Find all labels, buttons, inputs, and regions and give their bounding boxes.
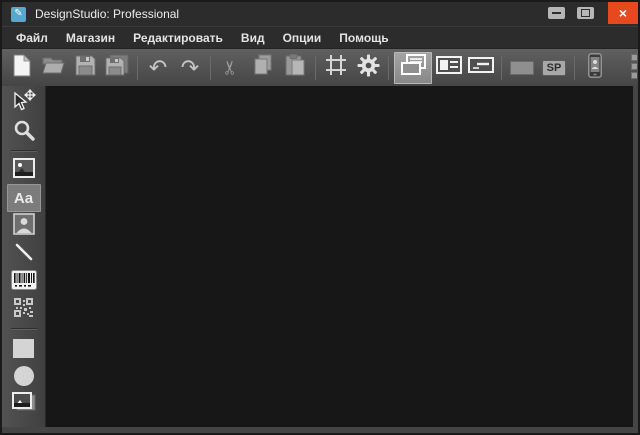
save-as-icon: [105, 54, 129, 81]
open-button[interactable]: [38, 53, 68, 83]
rectangle-tool[interactable]: [7, 334, 41, 362]
window-controls: ×: [542, 2, 638, 26]
line-icon: [13, 241, 35, 268]
toolbar: ↶ ↷ ✂: [2, 48, 638, 86]
phone-preview-icon: [588, 53, 602, 83]
barcode-tool[interactable]: [7, 268, 41, 296]
palette-separator: [11, 150, 37, 152]
redo-icon: ↷: [181, 57, 199, 79]
barcode-icon: [11, 270, 37, 295]
menu-edit[interactable]: Редактировать: [124, 31, 232, 45]
minimize-button[interactable]: [548, 7, 565, 19]
new-document-button[interactable]: [6, 53, 36, 83]
magnifier-icon: [13, 119, 35, 146]
toolbar-separator: [501, 56, 502, 80]
redo-button[interactable]: ↷: [175, 53, 205, 83]
photo-frame-tool[interactable]: [7, 390, 41, 418]
layout-pages-button[interactable]: [394, 52, 432, 84]
open-folder-icon: [41, 55, 65, 80]
photo-frame-icon: [11, 391, 36, 417]
layout-name-card-button[interactable]: [466, 53, 496, 83]
move-tool[interactable]: [7, 90, 41, 118]
blank-template-button[interactable]: [507, 53, 537, 83]
grid-artboard-icon: [325, 54, 347, 81]
ellipse-icon: [14, 366, 34, 386]
copy-icon: [253, 54, 273, 81]
titlebar: ✎ DesignStudio: Professional ×: [2, 2, 638, 26]
close-button[interactable]: ×: [608, 2, 638, 24]
qr-code-icon: [14, 298, 33, 322]
copy-button[interactable]: [248, 53, 278, 83]
design-canvas[interactable]: [46, 86, 633, 427]
menu-options[interactable]: Опции: [274, 31, 331, 45]
qr-code-tool[interactable]: [7, 296, 41, 324]
save-button[interactable]: [70, 53, 100, 83]
layout-id-card-icon: [436, 56, 462, 79]
window-frame-bottom: [2, 427, 638, 433]
portrait-tool[interactable]: [7, 212, 41, 240]
sp-template-button[interactable]: SP: [539, 53, 569, 83]
paste-icon: [285, 54, 305, 81]
zoom-tool[interactable]: [7, 118, 41, 146]
window-title: DesignStudio: Professional: [35, 7, 179, 21]
menu-help[interactable]: Помощь: [330, 31, 397, 45]
tool-palette: Aa: [2, 86, 46, 427]
layout-id-card-button[interactable]: [434, 53, 464, 83]
toolbar-separator: [137, 56, 138, 80]
layout-pages-icon: [400, 54, 426, 81]
palette-separator: [11, 328, 37, 330]
image-icon: [12, 157, 36, 184]
ellipse-tool[interactable]: [7, 362, 41, 390]
undo-icon: ↶: [149, 57, 167, 79]
settings-button[interactable]: [353, 53, 383, 83]
toolbar-separator: [574, 56, 575, 80]
new-document-icon: [12, 54, 31, 82]
toolbar-separator: [210, 56, 211, 80]
paste-button[interactable]: [280, 53, 310, 83]
gear-icon: [357, 54, 380, 82]
cut-button[interactable]: ✂: [216, 53, 246, 83]
sp-template-icon: SP: [542, 60, 567, 76]
line-tool[interactable]: [7, 240, 41, 268]
menu-file[interactable]: Файл: [7, 31, 57, 45]
menu-store[interactable]: Магазин: [57, 31, 124, 45]
window-frame-right: [633, 86, 638, 427]
blank-template-icon: [510, 61, 534, 75]
menubar: Файл Магазин Редактировать Вид Опции Пом…: [2, 26, 638, 48]
toolbar-separator: [388, 56, 389, 80]
app-window: ✎ DesignStudio: Professional × Файл Мага…: [0, 0, 640, 435]
save-icon: [75, 55, 96, 81]
toolbar-separator: [315, 56, 316, 80]
save-as-button[interactable]: [102, 53, 132, 83]
maximize-button[interactable]: [577, 7, 594, 19]
workspace: Aa: [2, 86, 638, 427]
move-cursor-icon: [11, 89, 36, 119]
text-tool-label: Aa: [14, 190, 33, 207]
phone-preview-button[interactable]: [580, 53, 610, 83]
menu-view[interactable]: Вид: [232, 31, 274, 45]
portrait-icon: [13, 213, 35, 240]
layout-name-card-icon: [468, 57, 494, 78]
clipped-toolbar-button[interactable]: [631, 54, 637, 82]
image-tool[interactable]: [7, 156, 41, 184]
app-logo-icon: ✎: [11, 7, 26, 22]
cut-icon: ✂: [221, 60, 240, 76]
undo-button[interactable]: ↶: [143, 53, 173, 83]
text-tool[interactable]: Aa: [7, 184, 41, 212]
grid-button[interactable]: [321, 53, 351, 83]
rectangle-icon: [13, 339, 34, 358]
